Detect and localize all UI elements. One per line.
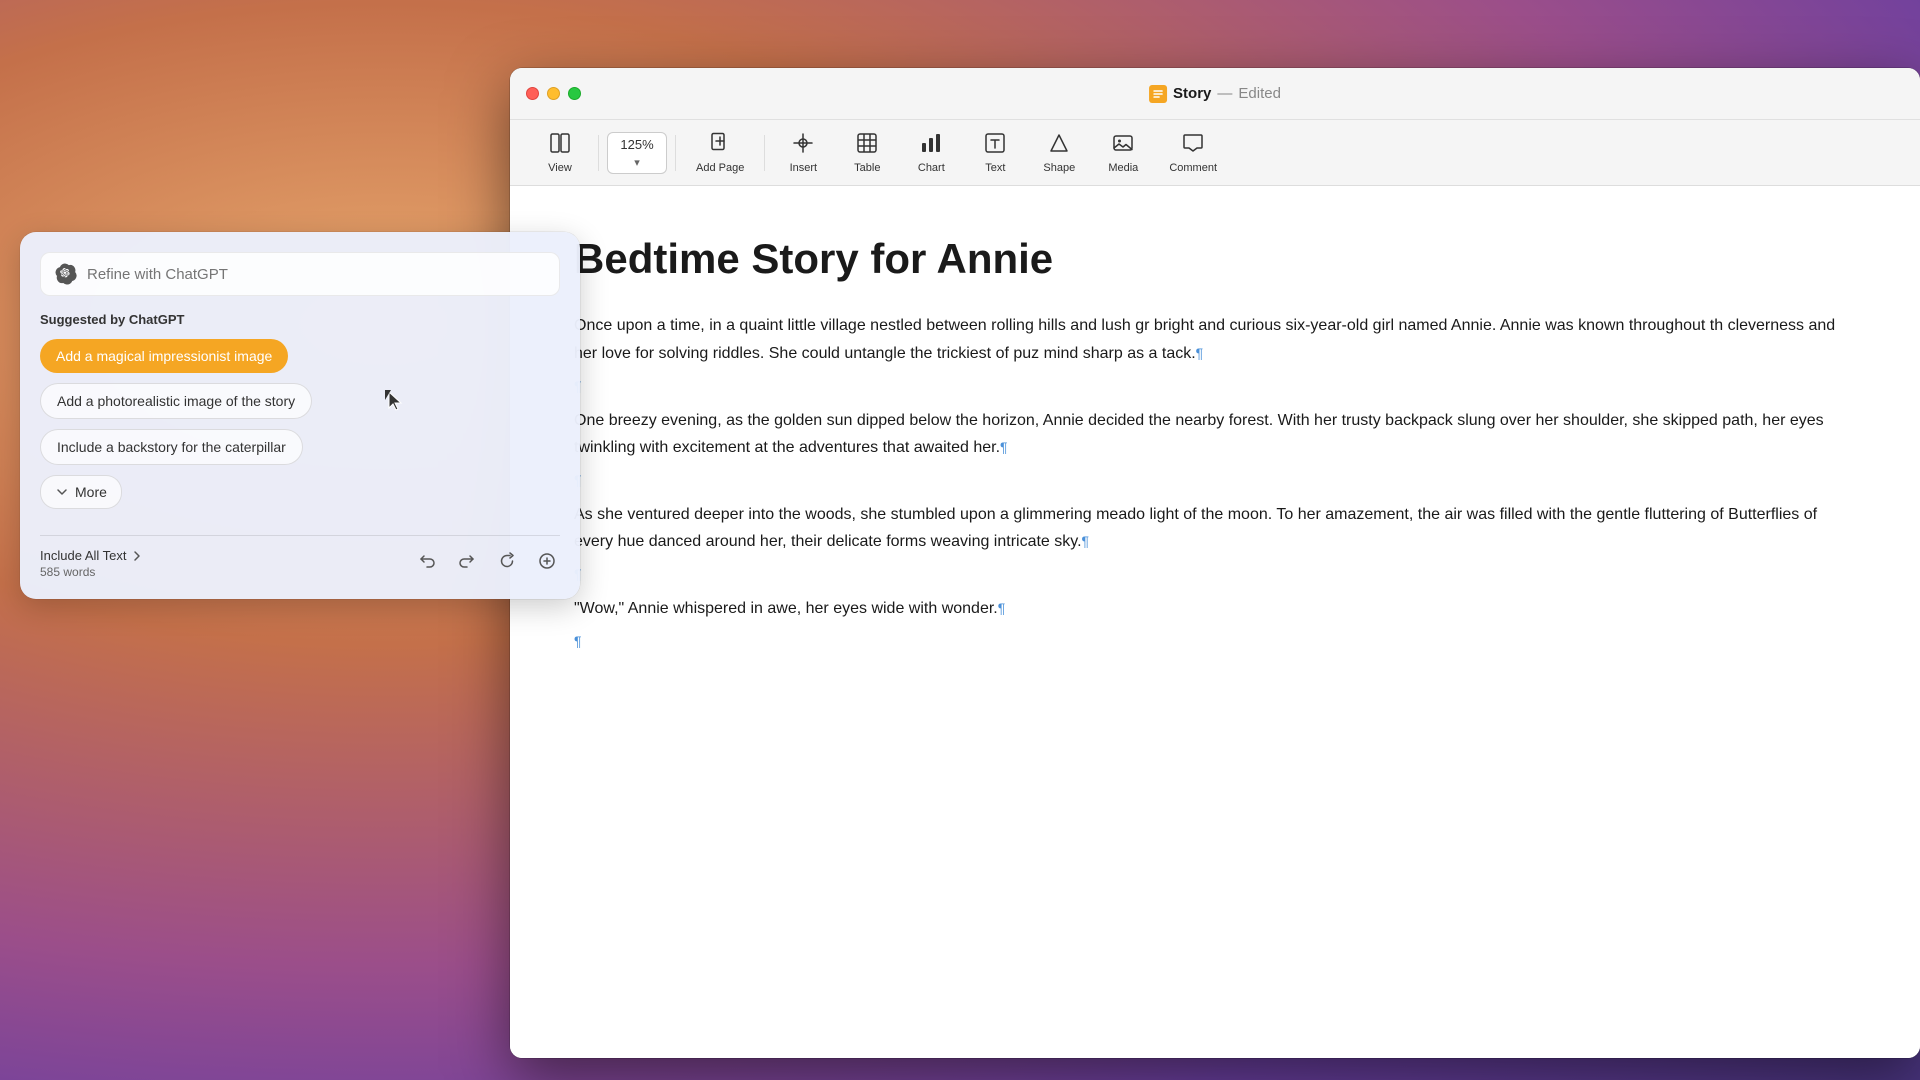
window-separator: — [1217, 85, 1232, 102]
para-mark-1: ¶ [1196, 345, 1204, 361]
minimize-button[interactable] [547, 87, 560, 100]
titlebar-center: Story — Edited [1149, 85, 1281, 103]
word-count: 585 words [40, 565, 144, 579]
insert-label: Insert [790, 162, 818, 174]
view-label: View [548, 162, 572, 174]
chatgpt-logo-icon [55, 263, 77, 285]
empty-para-2: ¶ [574, 469, 1856, 493]
suggestion-1-button[interactable]: Add a magical impressionist image [40, 339, 288, 373]
view-toolbar-item[interactable]: View [530, 126, 590, 180]
maximize-button[interactable] [568, 87, 581, 100]
text-toolbar-item[interactable]: Text [965, 126, 1025, 180]
include-all-text-section: Include All Text 585 words [40, 548, 144, 579]
window-status: Edited [1238, 85, 1281, 102]
toolbar: View 125% ▾ Add Page [510, 120, 1920, 186]
table-toolbar-item[interactable]: Table [837, 126, 897, 180]
paragraph-4: "Wow," Annie whispered in awe, her eyes … [574, 595, 1856, 622]
add-icon [538, 552, 556, 570]
paragraph-3: As she ventured deeper into the woods, s… [574, 501, 1856, 555]
insert-toolbar-item[interactable]: Insert [773, 126, 833, 180]
media-icon [1112, 132, 1134, 158]
suggestion-2-button[interactable]: Add a photorealistic image of the story [40, 383, 312, 419]
chatgpt-input-row[interactable] [40, 252, 560, 296]
document-content[interactable]: Bedtime Story for Annie Once upon a time… [510, 186, 1920, 1058]
media-toolbar-item[interactable]: Media [1093, 126, 1153, 180]
toolbar-divider-1 [598, 135, 599, 171]
undo-button[interactable] [414, 548, 440, 579]
para-mark-3: ¶ [1082, 533, 1090, 549]
undo-icon [418, 552, 436, 570]
document-title: Bedtime Story for Annie [574, 234, 1856, 284]
chatgpt-panel: Suggested by ChatGPT Add a magical impre… [20, 232, 580, 599]
close-button[interactable] [526, 87, 539, 100]
table-icon [856, 132, 878, 158]
shape-label: Shape [1043, 162, 1075, 174]
panel-footer: Include All Text 585 words [40, 535, 560, 579]
shape-toolbar-item[interactable]: Shape [1029, 126, 1089, 180]
panel-actions [414, 548, 560, 579]
zoom-control[interactable]: 125% ▾ [607, 132, 667, 174]
suggested-label: Suggested by ChatGPT [40, 312, 560, 327]
suggestion-3-button[interactable]: Include a backstory for the caterpillar [40, 429, 303, 465]
chart-toolbar-item[interactable]: Chart [901, 126, 961, 180]
text-label: Text [985, 162, 1005, 174]
shape-icon [1048, 132, 1070, 158]
chart-label: Chart [918, 162, 945, 174]
more-label: More [75, 484, 107, 500]
para-mark-4: ¶ [998, 600, 1006, 616]
more-button[interactable]: More [40, 475, 122, 509]
traffic-lights [526, 87, 581, 100]
empty-para-3: ¶ [574, 563, 1856, 587]
include-all-text-chevron-icon [130, 549, 144, 563]
chart-icon [920, 132, 942, 158]
empty-para-1: ¶ [574, 375, 1856, 399]
paragraph-2: One breezy evening, as the golden sun di… [574, 407, 1856, 461]
empty-para-4: ¶ [574, 630, 1856, 654]
zoom-value: 125% [620, 137, 653, 152]
media-label: Media [1108, 162, 1138, 174]
window-title: Story [1173, 85, 1211, 102]
view-icon [549, 132, 571, 158]
redo-button[interactable] [454, 548, 480, 579]
comment-label: Comment [1169, 162, 1217, 174]
comment-icon [1182, 132, 1204, 158]
toolbar-divider-3 [764, 135, 765, 171]
chevron-down-icon [55, 485, 69, 499]
insert-icon [792, 132, 814, 158]
titlebar: Story — Edited [510, 68, 1920, 120]
para-mark-2: ¶ [1000, 439, 1008, 455]
add-page-toolbar-item[interactable]: Add Page [684, 126, 756, 180]
table-label: Table [854, 162, 880, 174]
app-icon [1149, 85, 1167, 103]
paragraph-1: Once upon a time, in a quaint little vil… [574, 312, 1856, 366]
comment-toolbar-item[interactable]: Comment [1157, 126, 1229, 180]
add-button[interactable] [534, 548, 560, 579]
zoom-chevron: ▾ [634, 156, 640, 169]
chatgpt-refine-input[interactable] [87, 266, 545, 283]
redo-icon [458, 552, 476, 570]
pages-window: Story — Edited View 125% ▾ [510, 68, 1920, 1058]
refresh-button[interactable] [494, 548, 520, 579]
refresh-icon [498, 552, 516, 570]
add-page-icon [709, 132, 731, 158]
text-icon [984, 132, 1006, 158]
toolbar-divider-2 [675, 135, 676, 171]
include-all-text-button[interactable]: Include All Text [40, 548, 144, 563]
include-all-text-label: Include All Text [40, 548, 126, 563]
add-page-label: Add Page [696, 162, 744, 174]
suggestions-list: Add a magical impressionist image Add a … [40, 339, 560, 519]
